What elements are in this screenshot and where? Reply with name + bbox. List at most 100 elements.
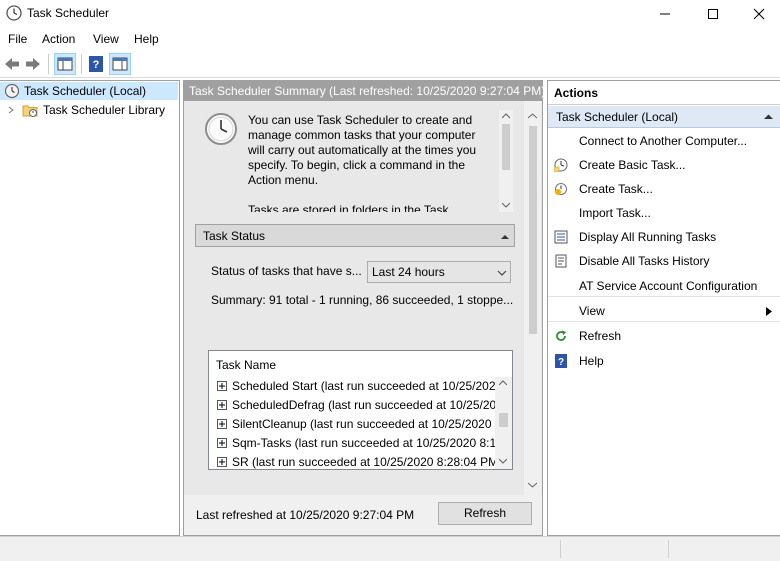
- menu-bar: File Action View Help: [0, 28, 780, 50]
- action-view[interactable]: View: [548, 300, 780, 322]
- task-row[interactable]: SR (last run succeeded at 10/25/2020 8:2…: [217, 454, 502, 469]
- menu-help[interactable]: Help: [134, 32, 159, 46]
- close-icon: [753, 8, 765, 20]
- action-create-basic-task[interactable]: Create Basic Task...: [548, 154, 780, 176]
- tree-item-task-scheduler-local[interactable]: Task Scheduler (Local): [0, 82, 178, 100]
- task-row[interactable]: SilentCleanup (last run succeeded at 10/…: [217, 416, 502, 435]
- create-basic-task-icon: [554, 158, 568, 172]
- expand-plus-icon[interactable]: [217, 381, 227, 391]
- expand-plus-icon[interactable]: [217, 400, 227, 410]
- chevron-down-icon: [497, 270, 507, 276]
- task-list-scroll-thumb[interactable]: [499, 413, 508, 427]
- intro-line: You can use Task Scheduler to create and: [248, 113, 473, 127]
- action-refresh[interactable]: Refresh: [548, 325, 780, 347]
- action-help[interactable]: ? Help: [548, 350, 780, 372]
- title-bar: Task Scheduler: [0, 0, 780, 28]
- maximize-button[interactable]: [690, 0, 736, 28]
- folder-clock-icon: [22, 105, 38, 117]
- chevron-right-icon[interactable]: [7, 106, 15, 114]
- action-label: Display All Running Tasks: [579, 230, 717, 244]
- scroll-down-icon[interactable]: [528, 482, 537, 488]
- task-name: SilentCleanup (last run succeeded at 10/…: [232, 417, 502, 431]
- running-tasks-icon: [554, 230, 568, 244]
- task-list-header[interactable]: Task Name: [216, 358, 276, 372]
- scroll-down-icon[interactable]: [499, 458, 507, 464]
- summary-content: You can use Task Scheduler to create and…: [184, 101, 542, 495]
- action-connect-computer[interactable]: Connect to Another Computer...: [548, 130, 780, 152]
- intro-line: Action menu.: [248, 173, 319, 187]
- forward-arrow-icon[interactable]: [23, 54, 43, 74]
- status-period-value: Last 24 hours: [372, 265, 445, 279]
- collapse-icon[interactable]: [764, 114, 773, 120]
- summary-pane: Task Scheduler Summary (Last refreshed: …: [183, 80, 545, 536]
- expand-plus-icon[interactable]: [217, 419, 227, 429]
- svg-text:?: ?: [93, 59, 100, 71]
- task-row[interactable]: Scheduled Start (last run succeeded at 1…: [217, 378, 502, 397]
- intro-line: manage common tasks that your computer: [248, 128, 476, 142]
- intro-line-blank: [248, 188, 476, 203]
- status-label: Status of tasks that have s...: [211, 264, 362, 278]
- minimize-button[interactable]: [642, 0, 688, 28]
- back-arrow-icon[interactable]: [2, 54, 22, 74]
- status-period-select[interactable]: Last 24 hours: [367, 261, 511, 283]
- expand-plus-icon[interactable]: [217, 438, 227, 448]
- scroll-up-icon[interactable]: [528, 113, 537, 119]
- intro-scroll-thumb[interactable]: [502, 124, 510, 170]
- submenu-arrow-icon: [766, 307, 772, 316]
- expand-plus-icon[interactable]: [217, 457, 227, 467]
- action-label: Refresh: [579, 329, 622, 343]
- intro-text: You can use Task Scheduler to create and…: [248, 113, 476, 212]
- summary-scroll-thumb[interactable]: [529, 126, 537, 334]
- minimize-icon: [660, 13, 670, 15]
- task-list: Task Name Scheduled Start (last run succ…: [208, 350, 513, 470]
- summary-scrollbar[interactable]: [524, 101, 541, 495]
- tree-item-task-scheduler-library[interactable]: Task Scheduler Library: [0, 101, 178, 119]
- scroll-up-icon[interactable]: [502, 113, 510, 119]
- scroll-down-icon[interactable]: [502, 202, 510, 208]
- last-refreshed-text: Last refreshed at 10/25/2020 9:27:04 PM: [196, 508, 415, 522]
- status-divider: [668, 540, 669, 558]
- action-label: Disable All Tasks History: [579, 254, 710, 268]
- menu-file[interactable]: File: [8, 32, 27, 46]
- task-list-scrollbar[interactable]: [495, 377, 512, 469]
- help-book-icon[interactable]: ?: [86, 54, 106, 74]
- toolbar-separator: [48, 54, 49, 74]
- task-row[interactable]: ScheduledDefrag (last run succeeded at 1…: [217, 397, 503, 416]
- tree-label-root: Task Scheduler (Local): [24, 84, 147, 98]
- svg-text:?: ?: [558, 357, 564, 368]
- actions-section-header[interactable]: Task Scheduler (Local): [548, 106, 780, 128]
- intro-line: specify. To begin, click a command in th…: [248, 158, 465, 172]
- toolbar: ?: [0, 50, 780, 78]
- action-pane-icon: [112, 57, 128, 71]
- history-icon: [555, 254, 567, 268]
- action-create-task[interactable]: Create Task...: [548, 178, 780, 200]
- menu-action[interactable]: Action: [42, 32, 75, 46]
- actions-title: Actions: [554, 86, 599, 100]
- refresh-button[interactable]: Refresh: [438, 502, 532, 525]
- maximize-icon: [708, 9, 718, 19]
- create-task-icon: [555, 183, 567, 195]
- task-row[interactable]: Sqm-Tasks (last run succeeded at 10/25/2…: [217, 435, 506, 454]
- action-display-running-tasks[interactable]: Display All Running Tasks: [548, 226, 780, 248]
- collapse-icon[interactable]: [501, 234, 509, 239]
- action-disable-history[interactable]: Disable All Tasks History: [548, 250, 780, 272]
- show-hide-tree-button[interactable]: [54, 53, 76, 75]
- console-tree: Task Scheduler (Local) Task Scheduler Li…: [0, 80, 180, 536]
- intro-scrollbar[interactable]: [499, 110, 513, 212]
- clock-app-icon: [6, 5, 22, 21]
- scroll-up-icon[interactable]: [499, 380, 507, 386]
- summary-counts: Summary: 91 total - 1 running, 86 succee…: [211, 293, 514, 307]
- action-label: Create Basic Task...: [579, 158, 686, 172]
- clock-icon: [4, 83, 20, 99]
- action-at-service-config[interactable]: AT Service Account Configuration: [548, 275, 780, 297]
- summary-header: Task Scheduler Summary (Last refreshed: …: [184, 81, 545, 101]
- menu-view[interactable]: View: [93, 32, 119, 46]
- window-title: Task Scheduler: [27, 6, 110, 20]
- task-status-title: Task Status: [203, 229, 266, 243]
- show-hide-action-pane-button[interactable]: [109, 53, 131, 75]
- action-import-task[interactable]: Import Task...: [548, 202, 780, 224]
- intro-line: Tasks are stored in folders in the Task: [248, 203, 449, 212]
- close-button[interactable]: [736, 0, 780, 28]
- task-status-header[interactable]: Task Status: [195, 224, 515, 247]
- status-divider: [560, 540, 561, 558]
